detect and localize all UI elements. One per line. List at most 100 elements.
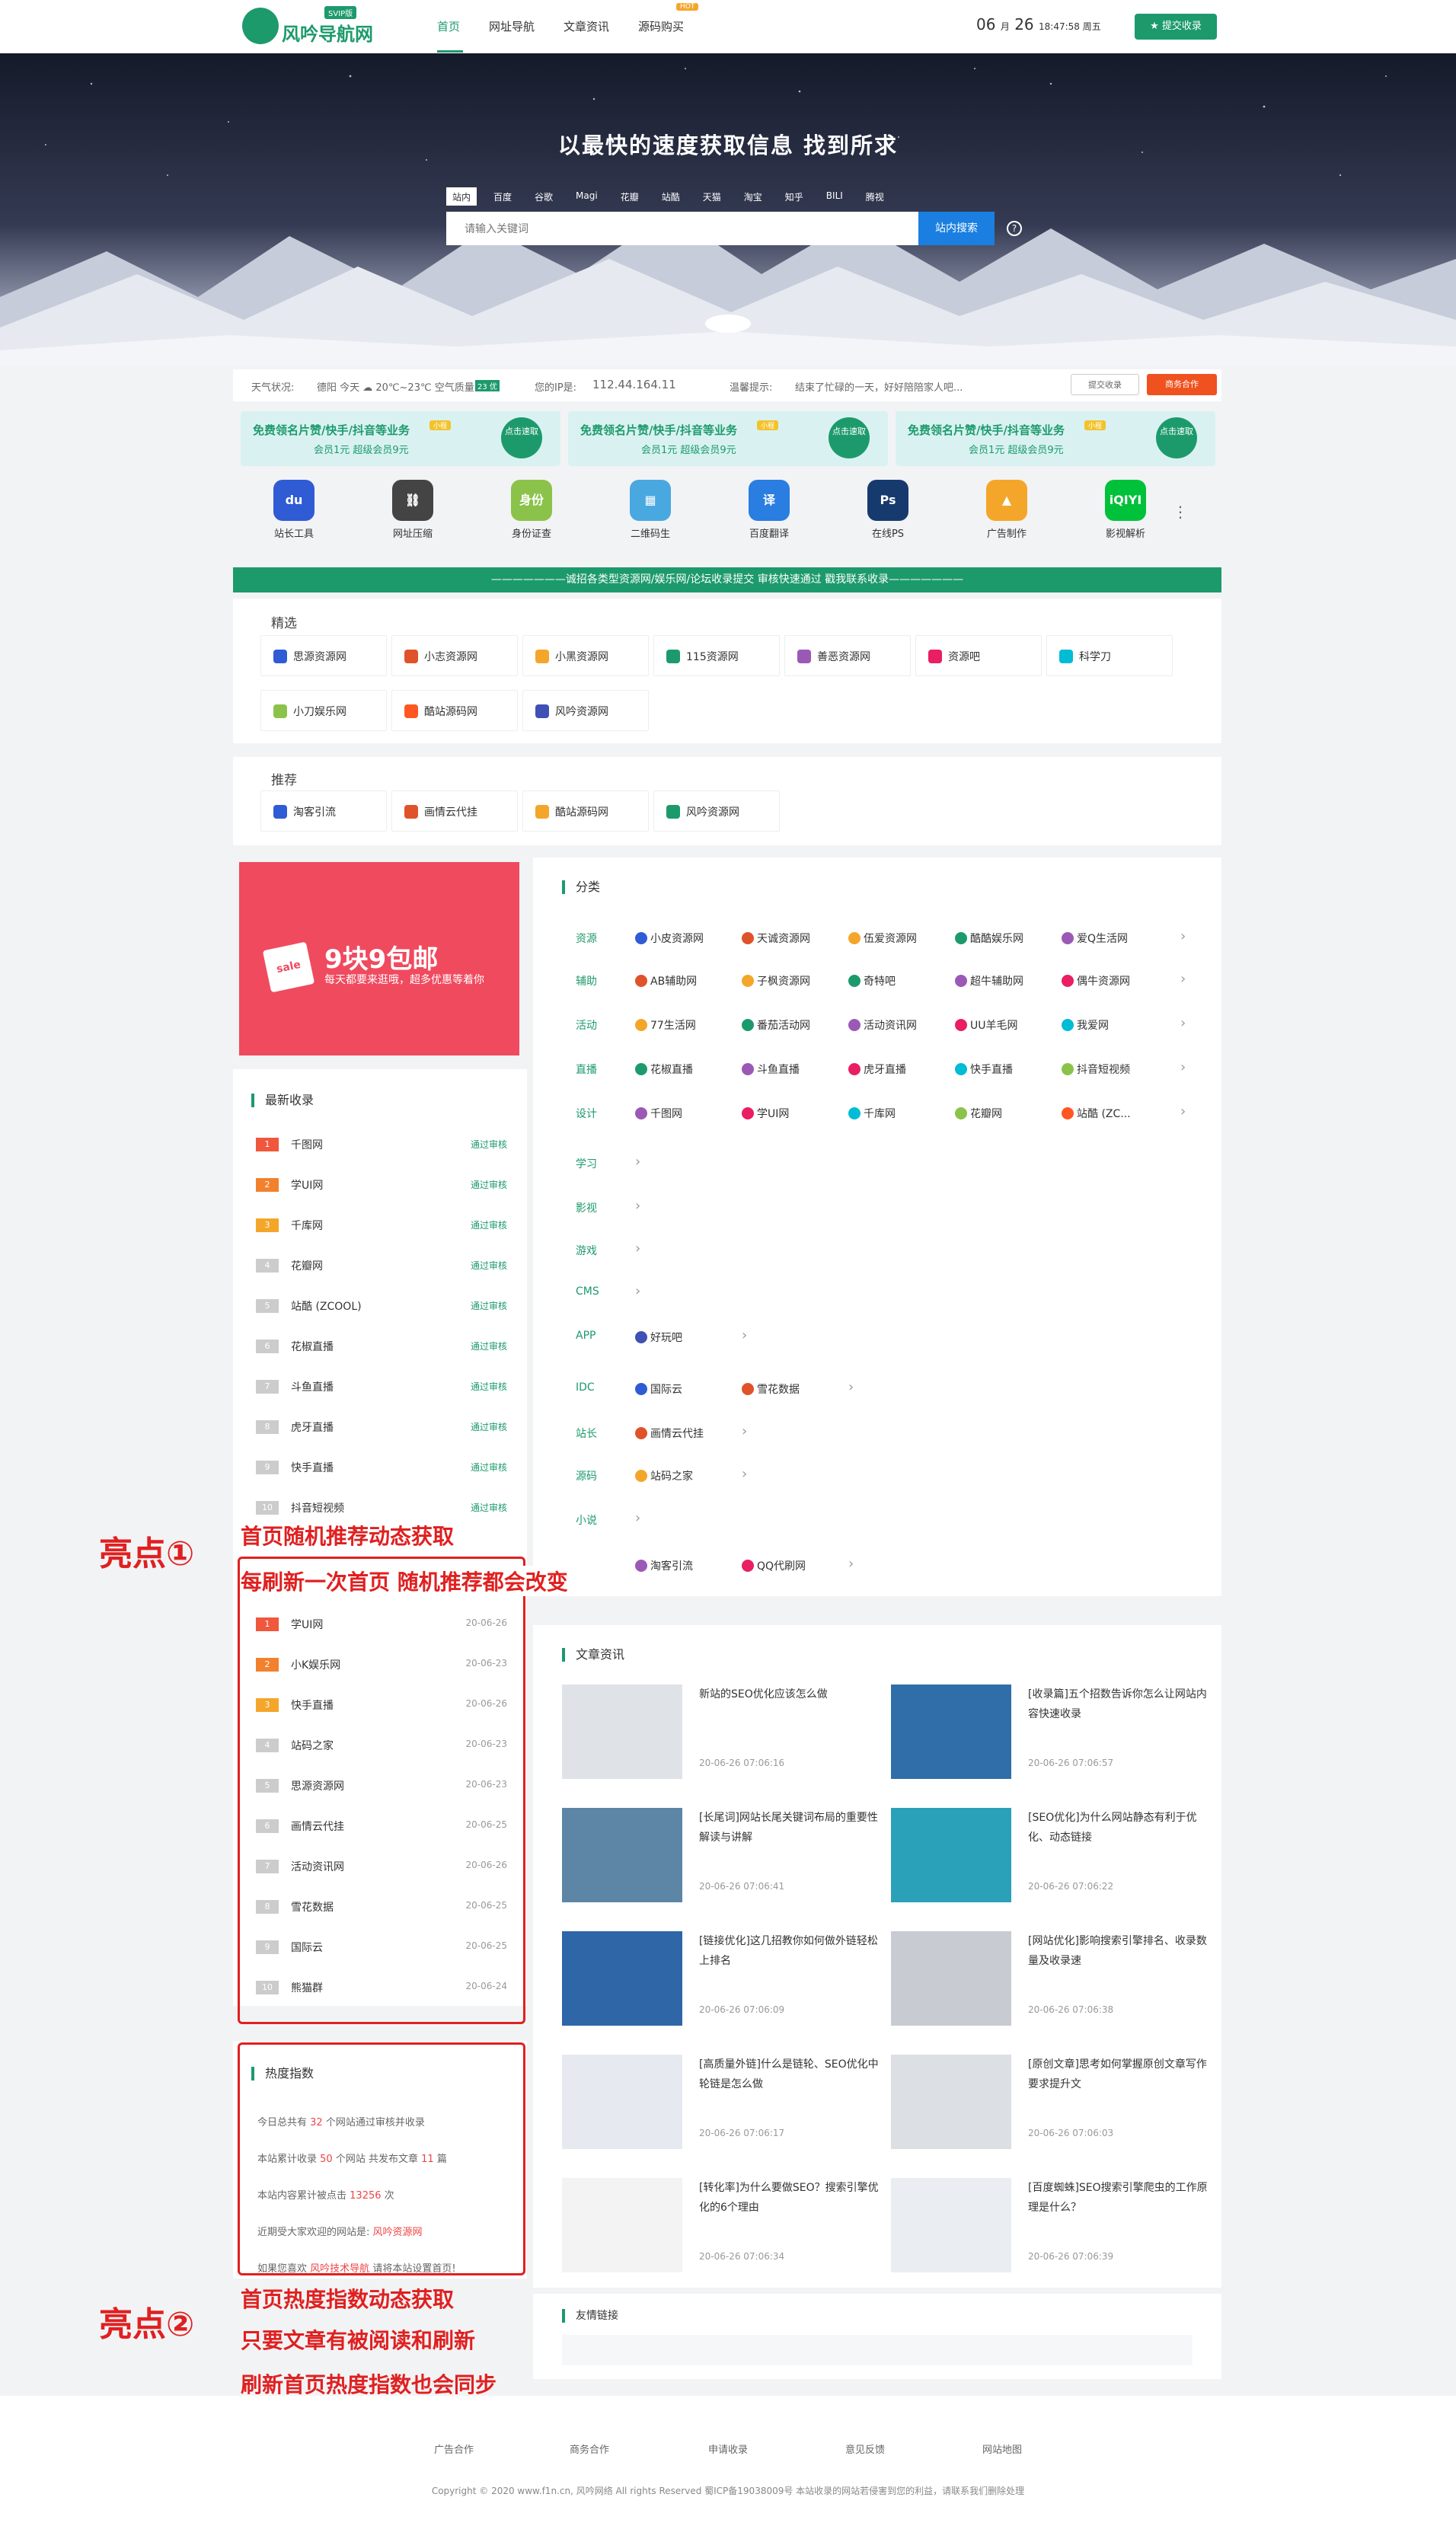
category-site[interactable]: 花椒直播 <box>635 1062 693 1077</box>
latest-row[interactable]: 8 虎牙直播 通过审核 <box>251 1407 515 1447</box>
tool-item[interactable]: ⛓ 网址压缩 <box>367 480 458 548</box>
category-site[interactable]: 天诚资源网 <box>742 931 810 946</box>
tab-taobao[interactable]: 淘宝 <box>738 187 768 206</box>
category-name[interactable]: 站长 <box>576 1426 597 1441</box>
tab-tmall[interactable]: 天猫 <box>697 187 727 206</box>
category-site[interactable]: 站码之家 <box>635 1468 693 1483</box>
article-title[interactable]: [SEO优化]为什么网站静态有利于优化、动态链接 <box>1028 1808 1208 1847</box>
tab-huaban[interactable]: 花瓣 <box>615 187 645 206</box>
site-chip[interactable]: 小志资源网 <box>391 635 518 676</box>
nav-source-code[interactable]: 源码购买 <box>638 18 684 34</box>
article-card[interactable]: [SEO优化]为什么网站静态有利于优化、动态链接 20-06-26 07:06:2… <box>891 1808 1211 1907</box>
category-name[interactable]: 资源 <box>576 931 597 946</box>
category-site[interactable]: 抖音短视频 <box>1062 1062 1130 1077</box>
category-site[interactable]: 国际云 <box>635 1381 682 1397</box>
tab-magi[interactable]: Magi <box>570 187 604 206</box>
category-site[interactable]: 爱Q生活网 <box>1062 931 1128 946</box>
site-chip[interactable]: 风吟资源网 <box>653 790 780 832</box>
chevron-right-icon[interactable]: › <box>635 1283 640 1299</box>
tab-zcool[interactable]: 站酷 <box>656 187 686 206</box>
article-title[interactable]: [原创文章]思考如何掌握原创文章写作要求提升文 <box>1028 2055 1208 2094</box>
tab-bili[interactable]: BILI <box>820 187 849 206</box>
chevron-right-icon[interactable]: › <box>635 1510 640 1526</box>
chevron-right-icon[interactable]: › <box>635 1241 640 1257</box>
site-chip[interactable]: 画情云代挂 <box>391 790 518 832</box>
article-title[interactable]: [链接优化]这几招教你如何做外链轻松上排名 <box>699 1931 879 1971</box>
site-chip[interactable]: 115资源网 <box>653 635 780 676</box>
site-chip[interactable]: 小刀娱乐网 <box>260 690 387 731</box>
article-card[interactable]: [网站优化]影响搜索引擎排名、收录数量及收录速 20-06-26 07:06:38 <box>891 1931 1211 2030</box>
tool-item[interactable]: ▲ 广告制作 <box>961 480 1052 548</box>
article-title[interactable]: [百度蜘蛛]SEO搜索引擎爬虫的工作原理是什么？ <box>1028 2178 1208 2218</box>
category-name[interactable]: 学习 <box>576 1156 597 1171</box>
category-name[interactable]: 影视 <box>576 1200 597 1215</box>
submit-site-button[interactable]: ★ 提交收录 <box>1135 14 1217 40</box>
chevron-right-icon[interactable]: › <box>742 1327 747 1343</box>
tab-onsite[interactable]: 站内 <box>446 187 477 206</box>
nav-articles[interactable]: 文章资讯 <box>564 18 609 34</box>
latest-row[interactable]: 3 千库网 通过审核 <box>251 1205 515 1245</box>
category-site[interactable]: 淘客引流 <box>635 1558 693 1573</box>
site-chip[interactable]: 资源吧 <box>915 635 1042 676</box>
category-site[interactable]: QQ代刷网 <box>742 1558 806 1573</box>
category-site[interactable]: 快手直播 <box>955 1062 1013 1077</box>
category-name[interactable]: 辅助 <box>576 973 597 988</box>
category-site[interactable]: 千库网 <box>848 1106 896 1121</box>
sale-ad[interactable]: sale 9块9包邮 每天都要来逛哦，超多优惠等着你 <box>239 862 519 1055</box>
category-site[interactable]: 花瓣网 <box>955 1106 1002 1121</box>
search-button[interactable]: 站内搜索 <box>918 212 995 245</box>
chevron-right-icon[interactable]: › <box>742 1466 747 1482</box>
latest-row[interactable]: 6 花椒直播 通过审核 <box>251 1326 515 1366</box>
category-site[interactable]: 伍爱资源网 <box>848 931 917 946</box>
article-title[interactable]: [高质量外链]什么是链轮、SEO优化中轮链是怎么做 <box>699 2055 879 2094</box>
search-input[interactable] <box>446 212 918 245</box>
category-site[interactable]: 站酷 (ZC... <box>1062 1106 1131 1121</box>
footer-link-sitemap[interactable]: 网站地图 <box>982 2441 1022 2456</box>
category-name[interactable]: 直播 <box>576 1062 597 1077</box>
tool-item[interactable]: du 站长工具 <box>248 480 340 548</box>
site-chip[interactable]: 科学刀 <box>1046 635 1173 676</box>
site-chip[interactable]: 思源资源网 <box>260 635 387 676</box>
category-site[interactable]: 子枫资源网 <box>742 973 810 988</box>
category-name[interactable]: 活动 <box>576 1017 597 1033</box>
category-name[interactable]: IDC <box>576 1381 595 1394</box>
chevron-right-icon[interactable]: › <box>1180 971 1186 987</box>
footer-link-ads[interactable]: 广告合作 <box>434 2441 474 2456</box>
category-name[interactable]: 设计 <box>576 1106 597 1121</box>
article-title[interactable]: 新站的SEO优化应该怎么做 <box>699 1685 879 1704</box>
business-button[interactable]: 商务合作 <box>1147 374 1217 395</box>
tool-item[interactable]: 身份 身份证查 <box>486 480 577 548</box>
tab-zhihu[interactable]: 知乎 <box>779 187 809 206</box>
tool-item[interactable]: ▦ 二维码生 <box>605 480 696 548</box>
category-site[interactable]: 我爱网 <box>1062 1017 1109 1033</box>
chevron-right-icon[interactable]: › <box>635 1154 640 1170</box>
category-name[interactable]: 源码 <box>576 1468 597 1483</box>
promo-banner[interactable]: 免费领名片赞/快手/抖音等业务 小程 会员1元 超级会员9元 点击速取 <box>896 411 1215 466</box>
tab-google[interactable]: 谷歌 <box>528 187 559 206</box>
category-site[interactable]: 斗鱼直播 <box>742 1062 800 1077</box>
article-card[interactable]: [高质量外链]什么是链轮、SEO优化中轮链是怎么做 20-06-26 07:06:… <box>562 2055 882 2154</box>
chevron-right-icon[interactable]: › <box>1180 1059 1186 1075</box>
category-name[interactable]: 游戏 <box>576 1243 597 1258</box>
latest-row[interactable]: 1 千图网 通过审核 <box>251 1124 515 1164</box>
chevron-right-icon[interactable]: › <box>1180 1015 1186 1031</box>
site-chip[interactable]: 小黑资源网 <box>522 635 649 676</box>
category-site[interactable]: 虎牙直播 <box>848 1062 906 1077</box>
latest-row[interactable]: 5 站酷 (ZCOOL) 通过审核 <box>251 1285 515 1326</box>
article-card[interactable]: [百度蜘蛛]SEO搜索引擎爬虫的工作原理是什么？ 20-06-26 07:06:3… <box>891 2178 1211 2277</box>
site-chip[interactable]: 酷站源码网 <box>522 790 649 832</box>
chevron-right-icon[interactable]: › <box>635 1198 640 1214</box>
category-site[interactable]: 小皮资源网 <box>635 931 704 946</box>
tool-item[interactable]: iQIYI 影视解析 <box>1080 480 1171 548</box>
article-card[interactable]: [长尾词]网站长尾关键词布局的重要性解读与讲解 20-06-26 07:06:41 <box>562 1808 882 1907</box>
latest-row[interactable]: 2 学UI网 通过审核 <box>251 1164 515 1205</box>
category-site[interactable]: AB辅助网 <box>635 973 697 988</box>
site-chip[interactable]: 风吟资源网 <box>522 690 649 731</box>
chevron-right-icon[interactable]: › <box>848 1556 854 1572</box>
category-site[interactable]: 奇特吧 <box>848 973 896 988</box>
article-card[interactable]: [原创文章]思考如何掌握原创文章写作要求提升文 20-06-26 07:06:03 <box>891 2055 1211 2154</box>
category-site[interactable]: 画情云代挂 <box>635 1426 704 1441</box>
article-title[interactable]: [收录篇]五个招数告诉你怎么让网站内容快速收录 <box>1028 1685 1208 1724</box>
info-submit-button[interactable]: 提交收录 <box>1071 374 1139 395</box>
nav-directory[interactable]: 网址导航 <box>489 18 535 34</box>
